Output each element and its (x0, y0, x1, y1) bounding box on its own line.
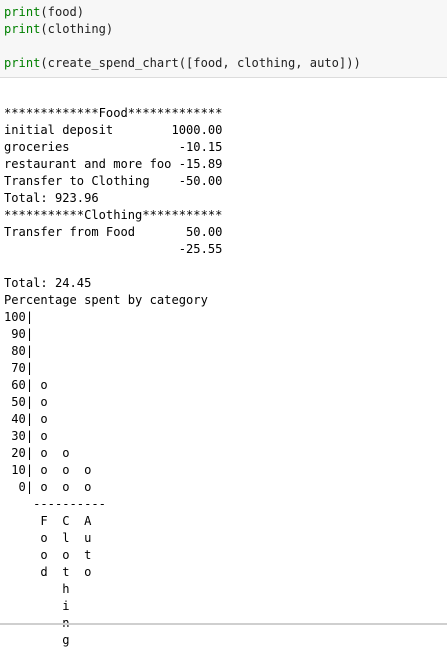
code-keyword: print (4, 22, 41, 36)
output-line: initial deposit 1000.00 (4, 123, 223, 137)
output-line: 30| o (4, 429, 48, 443)
output-line: Transfer from Food 50.00 (4, 225, 223, 239)
output-line: g (4, 633, 70, 647)
code-text: (food) (40, 5, 85, 19)
output-line: Total: 24.45 (4, 276, 92, 290)
output-line: F C A (4, 514, 92, 528)
code-input-cell[interactable]: print(food) print(clothing) print(create_s… (0, 0, 447, 77)
code-keyword: print (4, 5, 41, 19)
output-line: o o t (4, 548, 92, 562)
output-line: 20| o o (4, 446, 70, 460)
output-line: ***********Clothing*********** (4, 208, 223, 222)
output-area: *************Food************* initial de… (0, 78, 447, 647)
code-text: (clothing) (40, 22, 114, 36)
output-line: Percentage spent by category (4, 293, 208, 307)
output-line: o l u (4, 531, 92, 545)
output-line: 60| o (4, 378, 48, 392)
output-line: 0| o o o (4, 480, 92, 494)
output-line: Total: 923.96 (4, 191, 99, 205)
code-line: print(clothing) (4, 21, 361, 38)
output-line: 10| o o o (4, 463, 92, 477)
code-line: print(food) (4, 4, 361, 21)
output-line: 90| (4, 327, 34, 341)
output-line: h (4, 582, 70, 596)
output-line: 40| o (4, 412, 48, 426)
output-line: d t o (4, 565, 92, 579)
output-line: 50| o (4, 395, 48, 409)
output-line: Transfer to Clothing -50.00 (4, 174, 223, 188)
output-line: groceries -10.15 (4, 140, 223, 154)
output-line: -25.55 (4, 242, 223, 256)
code-line: print(create_spend_chart([food, clothing… (4, 55, 361, 72)
output-line: restaurant and more foo -15.89 (4, 157, 223, 171)
output-line: 80| (4, 344, 34, 358)
output-line: 100| (4, 310, 34, 324)
code-editor[interactable]: print(food) print(clothing) print(create_s… (4, 4, 361, 72)
output-line: ---------- (4, 497, 106, 511)
output-text: *************Food************* initial de… (4, 105, 222, 649)
output-line: 70| (4, 361, 34, 375)
code-keyword: print (4, 56, 41, 70)
code-text: (create_spend_chart([food, clothing, aut… (40, 56, 361, 70)
output-line: *************Food************* (4, 106, 223, 120)
output-line: i (4, 599, 70, 613)
